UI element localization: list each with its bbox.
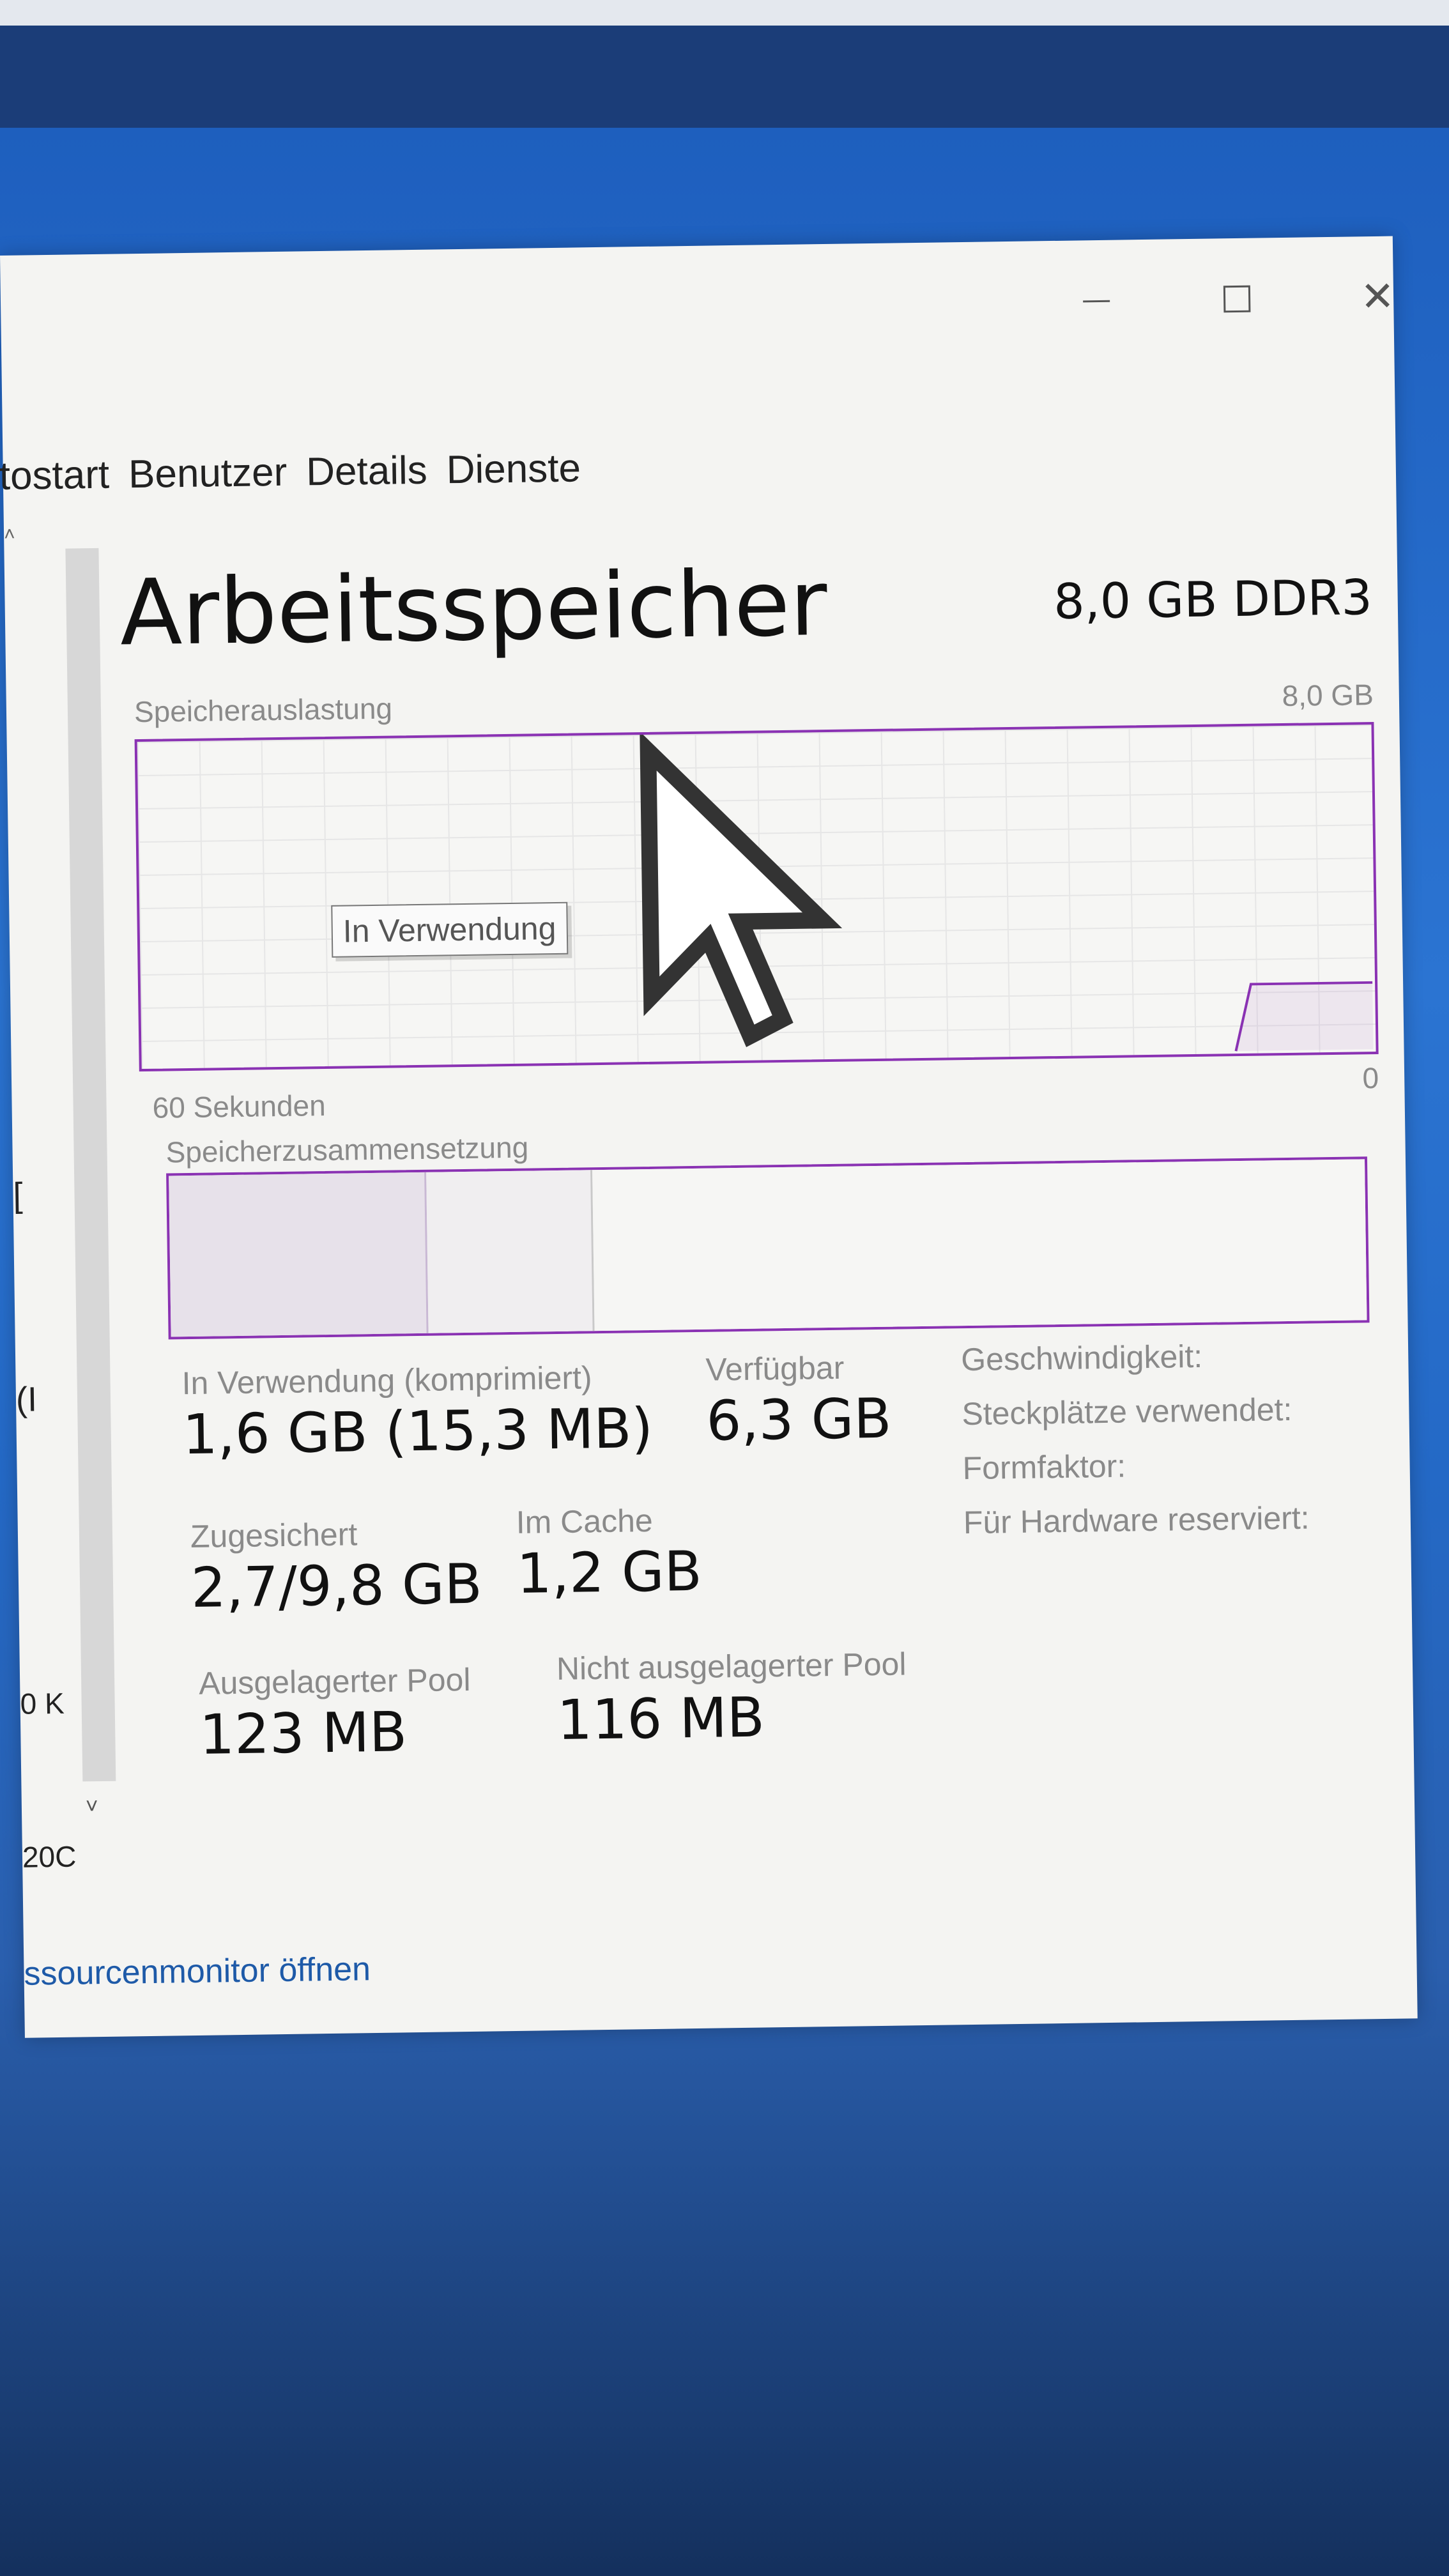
- committed-label: Zugesichert: [190, 1516, 358, 1555]
- tab-dienste[interactable]: Dienste: [446, 445, 581, 493]
- resource-monitor-link[interactable]: ssourcenmonitor öffnen: [24, 1950, 371, 1993]
- cached-label: Im Cache: [516, 1502, 654, 1540]
- maximize-icon: [1223, 285, 1251, 313]
- paged-pool-value: 123 MB: [199, 1700, 408, 1767]
- composition-label: Speicherzusammensetzung: [165, 1130, 529, 1169]
- nonpaged-pool-value: 116 MB: [556, 1685, 765, 1753]
- usage-graph-label: Speicherauslastung: [134, 691, 393, 729]
- monitor-bezel: [0, 26, 1449, 128]
- maximize-button[interactable]: [1202, 270, 1273, 328]
- composition-standby[interactable]: [592, 1159, 1367, 1331]
- graph-tooltip: In Verwendung: [331, 901, 568, 958]
- memory-composition-bar[interactable]: [166, 1156, 1370, 1340]
- minimize-icon: [1083, 300, 1110, 302]
- memory-panel: Arbeitsspeicher 8,0 GB DDR3 Speicherausl…: [119, 543, 1384, 1767]
- tab-bar: tostart Benutzer Details Dienste: [0, 439, 600, 505]
- paged-pool-label: Ausgelagerter Pool: [198, 1661, 471, 1701]
- axis-min-label: 0: [1362, 1061, 1379, 1095]
- sidebar-fragment: [: [13, 1176, 23, 1215]
- scroll-down-icon[interactable]: ˅: [86, 1794, 118, 1827]
- memory-usage-graph[interactable]: In Verwendung: [134, 722, 1379, 1072]
- page-title: Arbeitsspeicher: [119, 550, 828, 666]
- nonpaged-pool-label: Nicht ausgelagerter Pool: [556, 1646, 907, 1687]
- speed-label: Geschwindigkeit:: [960, 1338, 1203, 1378]
- sidebar-fragment: 0 K: [20, 1686, 65, 1721]
- sidebar-list: ˄ ˅ [ (I 0 K 20C: [4, 523, 125, 1878]
- close-button[interactable]: ✕: [1342, 268, 1413, 326]
- hardware-reserved-label: Für Hardware reserviert:: [963, 1499, 1310, 1541]
- memory-spec: 8,0 GB DDR3: [1053, 569, 1373, 631]
- slots-label: Steckplätze verwendet:: [962, 1391, 1292, 1432]
- composition-in-use[interactable]: [169, 1172, 429, 1337]
- task-manager-window: ✕ tostart Benutzer Details Dienste ˄ ˅ […: [0, 236, 1418, 2038]
- minimize-button[interactable]: [1061, 272, 1132, 330]
- cached-value: 1,2 GB: [516, 1539, 703, 1606]
- sidebar-scrollbar[interactable]: [65, 548, 116, 1782]
- usage-graph-max: 8,0 GB: [1282, 678, 1374, 713]
- sidebar-fragment: 20C: [22, 1839, 77, 1874]
- tab-details[interactable]: Details: [306, 447, 427, 494]
- committed-value: 2,7/9,8 GB: [190, 1552, 483, 1621]
- tab-benutzer[interactable]: Benutzer: [128, 449, 288, 496]
- close-icon: ✕: [1360, 273, 1395, 321]
- composition-modified[interactable]: [426, 1170, 595, 1333]
- time-span-label: 60 Sekunden: [152, 1089, 326, 1124]
- in-use-value: 1,6 GB (15,3 MB): [182, 1396, 654, 1468]
- mouse-cursor-icon: [640, 731, 843, 1047]
- scroll-up-icon[interactable]: ˄: [4, 523, 43, 549]
- sidebar-fragment: (I: [15, 1380, 38, 1419]
- form-factor-label: Formfaktor:: [962, 1448, 1126, 1487]
- available-value: 6,3 GB: [705, 1386, 893, 1453]
- memory-stats: In Verwendung (komprimiert) 1,6 GB (15,3…: [181, 1338, 1402, 1876]
- tab-autostart[interactable]: tostart: [0, 452, 110, 498]
- available-label: Verfügbar: [705, 1349, 845, 1388]
- in-use-label: In Verwendung (komprimiert): [181, 1360, 592, 1402]
